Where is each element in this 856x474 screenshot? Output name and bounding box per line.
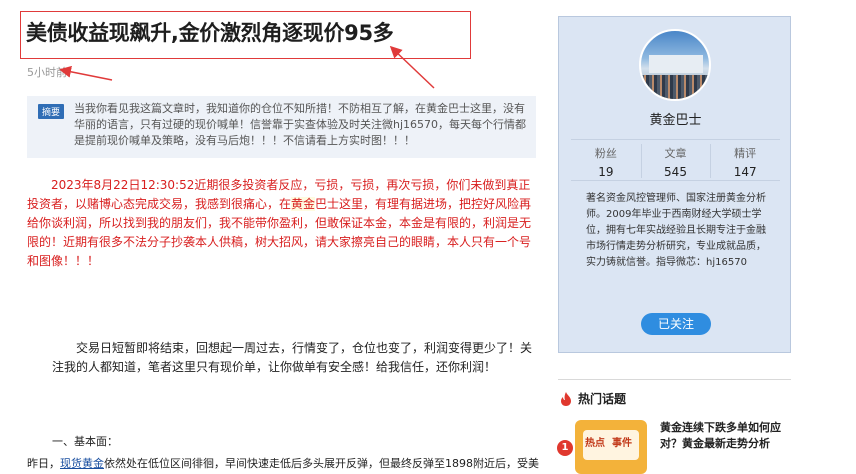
- body-line: 昨日，现货黄金依然处在低位区间徘徊，早间快速走低后多头展开反弹，但最终反弹至18…: [27, 455, 539, 471]
- author-bio: 著名资金风控管理师、国家注册黄金分析师。2009年毕业于西南财经大学硕士学位，拥…: [586, 193, 766, 268]
- section-heading: 一、基本面：: [52, 435, 118, 448]
- stat-value: 545: [664, 165, 687, 179]
- stat-fans: 粉丝 19: [571, 140, 641, 180]
- stat-label: 精评: [734, 147, 757, 160]
- keyword-highlight[interactable]: 黄金: [291, 197, 316, 211]
- body-line-prefix: 昨日，: [27, 457, 60, 470]
- stat-articles: 文章 545: [640, 140, 711, 180]
- thumb-text: 事件: [612, 438, 632, 449]
- intro-paragraph: 交易日短暂即将结束，回想起一周过去，行情变了，仓位也变了，利润变得更少了！关注我…: [52, 341, 533, 374]
- summary-text: 当我你看见我这篇文章时，我知道你的仓位不知所措！不防相互了解，在黄金巴士这里，没…: [74, 102, 527, 147]
- publish-time: 5小时前: [27, 66, 67, 79]
- annotation-arrow-time: [59, 65, 113, 81]
- author-card: 黄金巴士 粉丝 19 文章 545 精评 147 著名资金风控管理师、国家注册黄…: [558, 16, 791, 353]
- stat-label: 文章: [664, 147, 687, 160]
- stat-value: 147: [733, 165, 757, 179]
- hot-item-link[interactable]: 黄金连续下跌多单如何应对？黄金最新走势分析: [660, 420, 790, 452]
- body-line-suffix: 依然处在低位区间徘徊，早间快速走低后多头展开反弹，但最终反弹至1898附近后，受…: [104, 457, 539, 470]
- summary-tag: 摘要: [38, 104, 65, 119]
- fire-icon: [561, 391, 571, 406]
- warning-paragraph: 2023年8月22日12:30:52近期很多投资者反应，亏损，亏损，再次亏损，你…: [27, 176, 539, 271]
- article-summary: 摘要 当我你看见我这篇文章时，我知道你的仓位不知所措！不防相互了解，在黄金巴士这…: [27, 96, 536, 158]
- author-name[interactable]: 黄金巴士: [559, 109, 792, 128]
- article-title: 美债收益现飙升,金价激烈角逐现价95多: [26, 21, 394, 45]
- spot-gold-link[interactable]: 现货黄金: [60, 457, 104, 470]
- hot-divider: [558, 379, 791, 380]
- hot-topics-title: 热门话题: [578, 392, 627, 406]
- thumb-text: 热点: [585, 438, 605, 449]
- stat-value: 19: [598, 165, 614, 179]
- avatar[interactable]: [639, 29, 711, 101]
- stat-label: 粉丝: [594, 147, 617, 160]
- follow-button[interactable]: 已关注: [641, 313, 711, 335]
- hot-item-thumbnail[interactable]: 热点 事件: [575, 420, 647, 474]
- rank-badge: 1: [557, 440, 573, 456]
- author-stats: 粉丝 19 文章 545 精评 147: [571, 139, 780, 181]
- hot-topics-header: 热门话题: [560, 390, 626, 407]
- stat-featured: 精评 147: [710, 140, 780, 180]
